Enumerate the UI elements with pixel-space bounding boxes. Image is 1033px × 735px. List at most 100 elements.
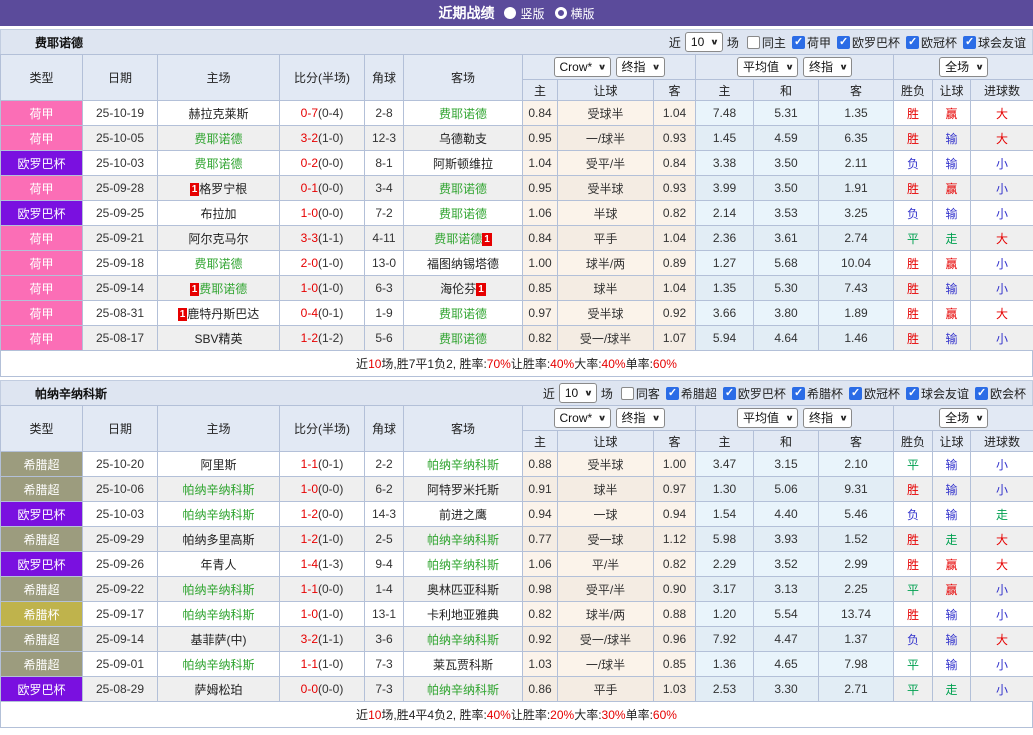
away-team-name[interactable]: 莱瓦贾科斯: [433, 658, 493, 672]
league-filter-label[interactable]: 球会友谊: [978, 36, 1026, 50]
away-team-name[interactable]: 帕纳辛纳科斯: [427, 458, 499, 472]
away-team-name[interactable]: 费耶诺德: [439, 307, 487, 321]
home-team-name[interactable]: 萨姆松珀: [194, 683, 242, 697]
home-team-name[interactable]: 帕纳辛纳科斯: [182, 583, 254, 597]
final-odds-select[interactable]: 终指: [616, 57, 665, 77]
home-team-name[interactable]: 年青人: [200, 558, 236, 572]
home-team-name[interactable]: 费耶诺德: [194, 132, 242, 146]
layout-radio-vertical-label[interactable]: 竖版: [520, 5, 544, 22]
league-filter[interactable]: 球会友谊: [959, 34, 1026, 51]
league-filter-checkbox[interactable]: [792, 36, 805, 49]
league-filter-label[interactable]: 欧会杯: [990, 387, 1026, 401]
league-filter-label[interactable]: 欧罗巴杯: [852, 36, 900, 50]
away-team-name[interactable]: 福图纳锡塔德: [427, 257, 499, 271]
away-team-name[interactable]: 阿斯顿维拉: [433, 157, 493, 171]
scope-select[interactable]: 全场: [939, 57, 988, 77]
radio-unselected-icon[interactable]: [555, 7, 567, 19]
layout-radio-horizontal[interactable]: 横版: [555, 5, 595, 22]
league-filter[interactable]: 希腊杯: [788, 385, 843, 402]
league-filter-label[interactable]: 荷甲: [807, 36, 831, 50]
away-team-name[interactable]: 海伦芬: [440, 282, 476, 296]
league-filter[interactable]: 欧冠杯: [902, 34, 957, 51]
home-team-name[interactable]: 费耶诺德: [199, 282, 247, 296]
home-team-name[interactable]: 赫拉克莱斯: [188, 107, 248, 121]
odds-source-select[interactable]: Crow*: [554, 408, 611, 428]
league-filter-label[interactable]: 欧冠杯: [921, 36, 957, 50]
odds-source-select[interactable]: Crow*: [554, 57, 611, 77]
away-team-name[interactable]: 费耶诺德: [439, 182, 487, 196]
halftime-score: (1-0): [318, 256, 343, 270]
league-type-cell: 荷甲: [1, 276, 83, 301]
home-team-name[interactable]: 鹿特丹斯巴达: [187, 307, 259, 321]
away-team-name[interactable]: 帕纳辛纳科斯: [427, 533, 499, 547]
league-filter[interactable]: 荷甲: [788, 34, 831, 51]
league-filter-label[interactable]: 球会友谊: [921, 387, 969, 401]
away-team-name[interactable]: 费耶诺德: [439, 332, 487, 346]
radio-selected-icon[interactable]: [504, 7, 516, 19]
home-team-name[interactable]: 帕纳辛纳科斯: [182, 608, 254, 622]
away-odds-cell: 1.04: [654, 276, 696, 301]
home-team-name[interactable]: 阿里斯: [200, 458, 236, 472]
home-team-name[interactable]: 费耶诺德: [194, 157, 242, 171]
final-odds-select[interactable]: 终指: [616, 408, 665, 428]
home-team-cell: 阿里斯: [158, 452, 280, 477]
away-team-name[interactable]: 帕纳辛纳科斯: [427, 633, 499, 647]
league-filter-checkbox[interactable]: [792, 387, 805, 400]
home-team-name[interactable]: 帕纳辛纳科斯: [182, 483, 254, 497]
away-team-name[interactable]: 卡利地亚雅典: [427, 608, 499, 622]
same-venue-filter[interactable]: 同主: [743, 34, 786, 51]
layout-radio-vertical[interactable]: 竖版: [504, 5, 544, 22]
league-filter-checkbox[interactable]: [906, 36, 919, 49]
match-count-select[interactable]: 10: [685, 32, 723, 52]
league-filter-label[interactable]: 欧罗巴杯: [738, 387, 786, 401]
home-team-name[interactable]: 帕纳辛纳科斯: [182, 508, 254, 522]
home-team-name[interactable]: 帕纳多里高斯: [182, 533, 254, 547]
same-venue-label[interactable]: 同主: [762, 36, 786, 50]
league-filter-checkbox[interactable]: [723, 387, 736, 400]
league-filter[interactable]: 欧冠杯: [845, 385, 900, 402]
away-team-name[interactable]: 乌德勒支: [439, 132, 487, 146]
home-team-name[interactable]: 布拉加: [200, 207, 236, 221]
league-filter[interactable]: 希腊超: [662, 385, 717, 402]
league-filter-checkbox[interactable]: [906, 387, 919, 400]
away-team-name[interactable]: 帕纳辛纳科斯: [427, 683, 499, 697]
league-filter[interactable]: 球会友谊: [902, 385, 969, 402]
home-team-name[interactable]: 费耶诺德: [194, 257, 242, 271]
away-team-name[interactable]: 阿特罗米托斯: [427, 483, 499, 497]
league-filter[interactable]: 欧罗巴杯: [719, 385, 786, 402]
same-venue-filter[interactable]: 同客: [617, 385, 660, 402]
final-odds-select[interactable]: 终指: [803, 408, 852, 428]
league-filter[interactable]: 欧罗巴杯: [833, 34, 900, 51]
average-value-select[interactable]: 平均值: [737, 408, 798, 428]
away-team-name[interactable]: 费耶诺德: [439, 207, 487, 221]
home-team-name[interactable]: 基菲萨(中): [191, 633, 247, 647]
same-venue-label[interactable]: 同客: [636, 387, 660, 401]
league-filter-checkbox[interactable]: [849, 387, 862, 400]
away-team-name[interactable]: 费耶诺德: [439, 107, 487, 121]
match-date-cell: 25-10-05: [83, 126, 158, 151]
home-team-name[interactable]: SBV精英: [194, 332, 242, 346]
away-team-name[interactable]: 奥林匹亚科斯: [427, 583, 499, 597]
away-team-name[interactable]: 费耶诺德: [434, 232, 482, 246]
same-venue-checkbox[interactable]: [747, 36, 760, 49]
layout-radio-horizontal-label[interactable]: 横版: [571, 5, 595, 22]
scope-select[interactable]: 全场: [939, 408, 988, 428]
away-team-name[interactable]: 帕纳辛纳科斯: [427, 558, 499, 572]
win-lose-result-cell: 负: [894, 627, 933, 652]
league-filter[interactable]: 欧会杯: [971, 385, 1026, 402]
final-odds-select[interactable]: 终指: [803, 57, 852, 77]
league-filter-checkbox[interactable]: [963, 36, 976, 49]
league-filter-checkbox[interactable]: [666, 387, 679, 400]
home-team-name[interactable]: 阿尔克马尔: [188, 232, 248, 246]
same-venue-checkbox[interactable]: [621, 387, 634, 400]
home-team-name[interactable]: 帕纳辛纳科斯: [182, 658, 254, 672]
league-filter-checkbox[interactable]: [837, 36, 850, 49]
home-team-name[interactable]: 格罗宁根: [199, 182, 247, 196]
league-filter-label[interactable]: 欧冠杯: [864, 387, 900, 401]
away-team-name[interactable]: 前进之鹰: [439, 508, 487, 522]
league-filter-label[interactable]: 希腊超: [681, 387, 717, 401]
league-filter-checkbox[interactable]: [975, 387, 988, 400]
average-value-select[interactable]: 平均值: [737, 57, 798, 77]
match-count-select[interactable]: 10: [559, 383, 597, 403]
league-filter-label[interactable]: 希腊杯: [807, 387, 843, 401]
